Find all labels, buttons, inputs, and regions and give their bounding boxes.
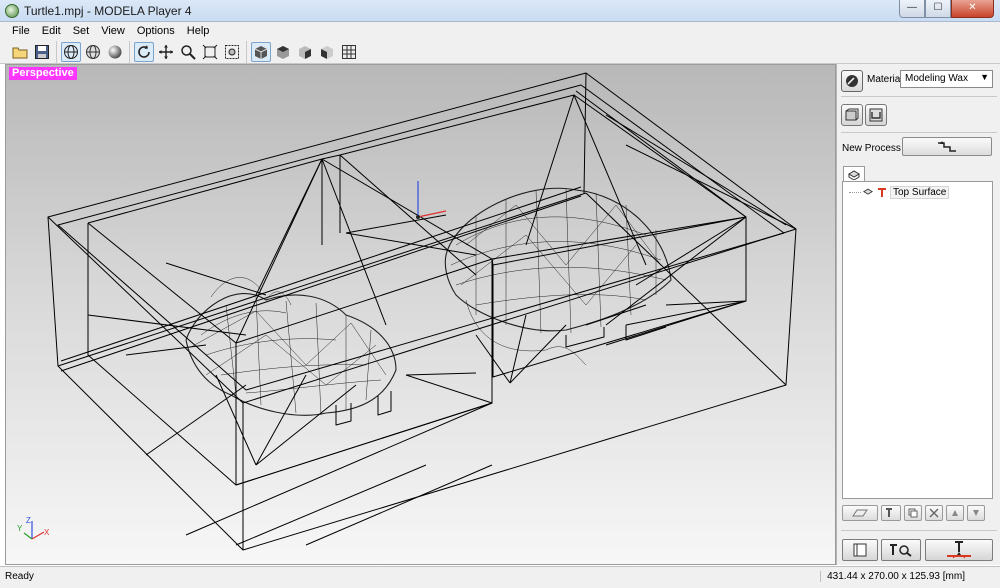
pan-icon[interactable] [156,42,176,62]
move-up-icon[interactable] [946,505,964,521]
menu-set[interactable]: Set [67,22,96,40]
window-title: Turtle1.mpj - MODELA Player 4 [24,4,192,18]
cutting-icon [947,541,971,559]
app-icon [5,4,19,18]
menu-help[interactable]: Help [181,22,216,40]
chevron-down-icon: ▼ [980,72,989,82]
display-tools [56,40,129,63]
copy-icon[interactable] [904,505,922,521]
tree-toolbar [842,503,993,523]
wireframe-view-icon[interactable] [61,41,81,62]
new-process-button[interactable] [902,137,992,156]
material-value: Modeling Wax [905,73,968,84]
divider [841,530,997,531]
material-icon[interactable] [841,70,863,92]
tool-icon [878,187,886,197]
maximize-button[interactable]: ☐ [925,0,951,18]
view-cube-front-icon[interactable] [251,41,271,62]
navigate-tools [129,40,246,63]
zoom-fit-icon[interactable] [200,42,220,62]
tree-connector [849,192,861,193]
menu-file[interactable]: File [6,22,36,40]
material-select[interactable]: Modeling Wax ▼ [900,70,993,88]
status-text: Ready [5,571,34,582]
open-icon[interactable] [10,42,30,62]
material-label: Material [867,74,903,85]
model-size-button[interactable] [841,104,863,126]
divider [841,96,997,97]
tree-item-label: Top Surface [890,186,950,199]
zoom-window-icon[interactable] [222,42,242,62]
axis-y-label: Y [17,524,23,533]
surface-button[interactable] [842,505,878,521]
view-direction-tools [246,40,363,63]
process-tree[interactable]: Top Surface [842,181,993,499]
cut-button[interactable] [925,539,993,561]
globe-icon[interactable] [83,42,103,62]
title-bar: Turtle1.mpj - MODELA Player 4 — ☐ ✕ [0,0,1000,22]
preview-icon [890,544,912,557]
move-down-icon[interactable] [967,505,985,521]
axis-x-label: X [44,528,50,537]
view-cube-right-icon[interactable] [295,42,315,62]
file-tools [6,41,56,63]
new-process-icon [938,140,956,152]
view-grid-icon[interactable] [339,42,359,62]
minimize-button[interactable]: — [899,0,925,18]
shaded-sphere-icon[interactable] [105,42,125,62]
menu-view[interactable]: View [95,22,131,40]
close-button[interactable]: ✕ [951,0,994,18]
toolbar [0,40,1000,64]
view-cube-top-icon[interactable] [273,42,293,62]
delete-icon[interactable] [925,505,943,521]
menu-edit[interactable]: Edit [36,22,67,40]
preview-cutting-button[interactable] [881,539,921,561]
model-origin-button[interactable] [865,104,887,126]
wireframe-model: Z X Y [17,72,797,551]
menu-bar: File Edit Set View Options Help [0,22,1000,40]
save-icon[interactable] [32,42,52,62]
3d-viewport[interactable]: Perspective Z X Y [5,64,836,565]
process-tab[interactable] [843,166,865,182]
process-list-button[interactable] [842,539,878,561]
divider [841,132,997,133]
tree-item-top-surface[interactable]: Top Surface [849,186,950,199]
view-cube-iso-icon[interactable] [317,42,337,62]
layer-icon [863,188,873,195]
process-panel: Material Modeling Wax ▼ New Process Top … [836,64,1000,565]
menu-options[interactable]: Options [131,22,181,40]
zoom-icon[interactable] [178,42,198,62]
window-controls: — ☐ ✕ [899,0,994,19]
axis-z-label: Z [26,516,31,525]
new-process-label: New Process [842,143,901,154]
status-bar: Ready 431.44 x 270.00 x 125.93 [mm] [0,566,1000,588]
tool-settings-button[interactable] [881,505,901,521]
list-icon [853,543,867,557]
model-dimensions: 431.44 x 270.00 x 125.93 [mm] [820,571,965,582]
rotate-icon[interactable] [134,41,154,62]
